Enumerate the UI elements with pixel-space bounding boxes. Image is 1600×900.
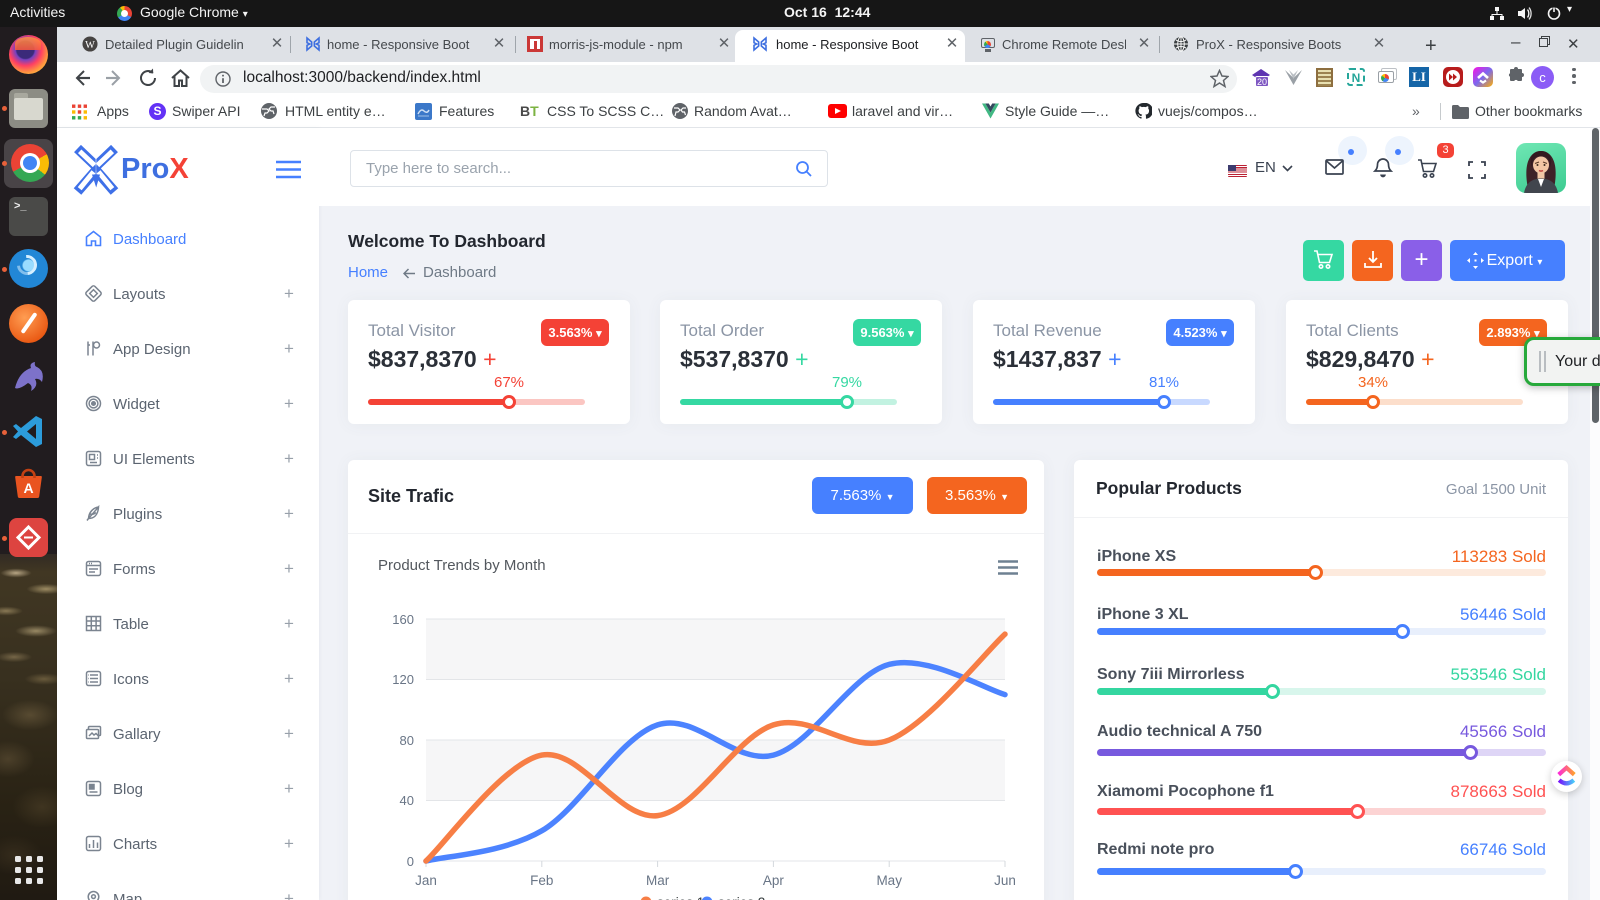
svg-text:series 2: series 2: [718, 895, 765, 900]
svg-text:0: 0: [407, 854, 414, 869]
svg-text:Jan: Jan: [415, 873, 437, 888]
svg-text:Apr: Apr: [763, 873, 785, 888]
svg-text:Mar: Mar: [646, 873, 670, 888]
svg-text:W: W: [85, 40, 95, 51]
svg-text:120: 120: [392, 672, 414, 687]
svg-text:80: 80: [400, 733, 414, 748]
svg-text:May: May: [876, 873, 902, 888]
svg-text:series 1: series 1: [657, 895, 704, 900]
svg-text:40: 40: [400, 793, 414, 808]
svg-text:A: A: [23, 480, 33, 496]
svg-text:Feb: Feb: [530, 873, 553, 888]
svg-text:160: 160: [392, 612, 414, 627]
svg-text:Jun: Jun: [994, 873, 1016, 888]
